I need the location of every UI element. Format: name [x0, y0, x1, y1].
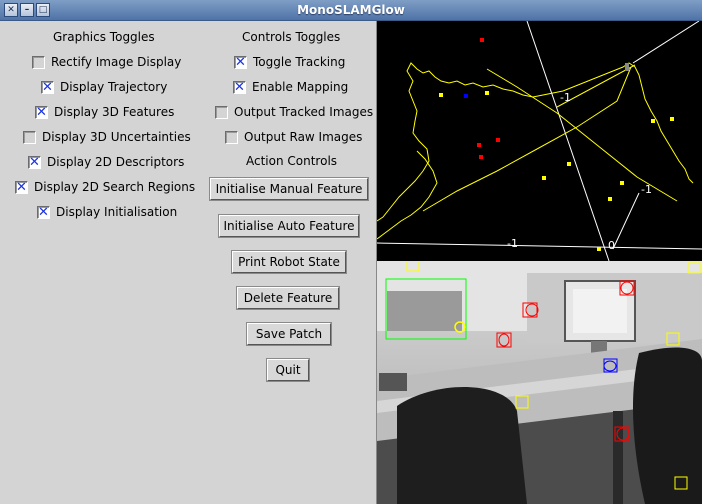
checkbox-display-initialisation[interactable]: Display Initialisation — [37, 205, 178, 220]
feature-3d-point — [480, 38, 484, 42]
feature-3d-point — [464, 94, 468, 98]
checkbox-box[interactable] — [215, 105, 228, 119]
checkbox-label: Rectify Image Display — [51, 55, 182, 69]
checkbox-box[interactable] — [225, 130, 238, 144]
scene-chair — [397, 387, 527, 504]
action-controls-heading: Action Controls — [246, 154, 338, 168]
feature-3d-point — [496, 138, 500, 142]
checkbox-label: Output Raw Images — [244, 130, 363, 144]
save-patch-button[interactable]: Save Patch — [246, 322, 332, 346]
controls-toggles-heading: Controls Toggles — [242, 30, 341, 44]
checkbox-label: Display 2D Descriptors — [47, 155, 185, 169]
window-title: MonoSLAMGlow — [297, 3, 405, 17]
map-3d-view[interactable]: -1 -1 -1 0 — [377, 21, 702, 261]
checkbox-display-2d-descriptors[interactable]: Display 2D Descriptors — [28, 155, 185, 170]
checkbox-box[interactable] — [32, 55, 45, 69]
feature-3d-point — [485, 91, 489, 95]
feature-3d-point — [542, 176, 546, 180]
checkbox-enable-mapping[interactable]: Enable Mapping — [233, 80, 349, 95]
scene-desk-leg — [613, 411, 623, 504]
graphics-toggles-heading: Graphics Toggles — [53, 30, 155, 44]
camera-marker — [625, 63, 629, 71]
checkbox-box[interactable] — [37, 205, 50, 220]
feature-3d-point — [651, 119, 655, 123]
checkbox-rectify-image-display[interactable]: Rectify Image Display — [32, 55, 181, 69]
axis-line — [632, 21, 700, 64]
quit-button[interactable]: Quit — [266, 358, 310, 382]
delete-feature-button[interactable]: Delete Feature — [236, 286, 340, 310]
checkbox-label: Enable Mapping — [252, 80, 349, 94]
checkbox-box[interactable] — [28, 155, 41, 170]
control-panel: Graphics Toggles Controls Toggles Rectif… — [0, 21, 377, 504]
checkbox-label: Display 3D Features — [54, 105, 175, 119]
checkbox-label: Toggle Tracking — [253, 55, 346, 69]
checkbox-toggle-tracking[interactable]: Toggle Tracking — [234, 55, 346, 70]
checkbox-box[interactable] — [234, 55, 247, 70]
scene-monitor-screen — [573, 289, 627, 333]
scene-chair — [632, 347, 702, 504]
title-bar: ✕ – □ MonoSLAMGlow — [0, 0, 702, 21]
print-robot-state-button[interactable]: Print Robot State — [231, 250, 347, 274]
trajectory-outline — [377, 62, 694, 222]
feature-3d-point — [439, 93, 443, 97]
checkbox-display-3d-uncertainties[interactable]: Display 3D Uncertainties — [23, 130, 191, 144]
trajectory-path — [422, 66, 632, 212]
checkbox-box[interactable] — [41, 80, 54, 95]
feature-3d-point — [479, 155, 483, 159]
checkbox-label: Display 2D Search Regions — [34, 180, 196, 194]
initialise-auto-feature-button[interactable]: Initialise Auto Feature — [218, 214, 360, 238]
checkbox-box[interactable] — [15, 180, 28, 195]
axis-line — [377, 242, 702, 250]
feature-3d-point — [597, 247, 601, 251]
feature-3d-point — [620, 181, 624, 185]
initialise-manual-feature-button[interactable]: Initialise Manual Feature — [209, 177, 369, 201]
checkbox-label: Display Initialisation — [56, 205, 178, 219]
axis-label: 0 — [608, 239, 615, 252]
feature-3d-point — [608, 197, 612, 201]
checkbox-box[interactable] — [233, 80, 246, 95]
checkbox-display-2d-search-regions[interactable]: Display 2D Search Regions — [15, 180, 196, 195]
axis-line — [526, 21, 610, 261]
checkbox-display-3d-features[interactable]: Display 3D Features — [35, 105, 175, 120]
trajectory-branch — [377, 150, 438, 240]
feature-3d-point — [567, 162, 571, 166]
feature-3d-point — [477, 143, 481, 147]
checkbox-label: Output Tracked Images — [234, 105, 374, 119]
map-3d-canvas: -1 -1 -1 0 — [377, 21, 702, 261]
axis-line — [612, 192, 640, 250]
checkbox-display-trajectory[interactable]: Display Trajectory — [41, 80, 168, 95]
axis-label: -1 — [560, 91, 571, 104]
checkbox-box[interactable] — [23, 130, 36, 144]
checkbox-label: Display Trajectory — [60, 80, 168, 94]
scene-object — [379, 373, 407, 391]
checkbox-box[interactable] — [35, 105, 48, 120]
checkbox-output-raw-images[interactable]: Output Raw Images — [225, 130, 362, 144]
feature-3d-point — [670, 117, 674, 121]
camera-image-view[interactable] — [377, 261, 702, 504]
checkbox-label: Display 3D Uncertainties — [42, 130, 191, 144]
axis-label: -1 — [507, 237, 518, 250]
axis-label: -1 — [641, 183, 652, 196]
camera-image-canvas — [377, 261, 702, 504]
checkbox-output-tracked-images[interactable]: Output Tracked Images — [215, 105, 373, 119]
scene-object — [387, 291, 462, 331]
